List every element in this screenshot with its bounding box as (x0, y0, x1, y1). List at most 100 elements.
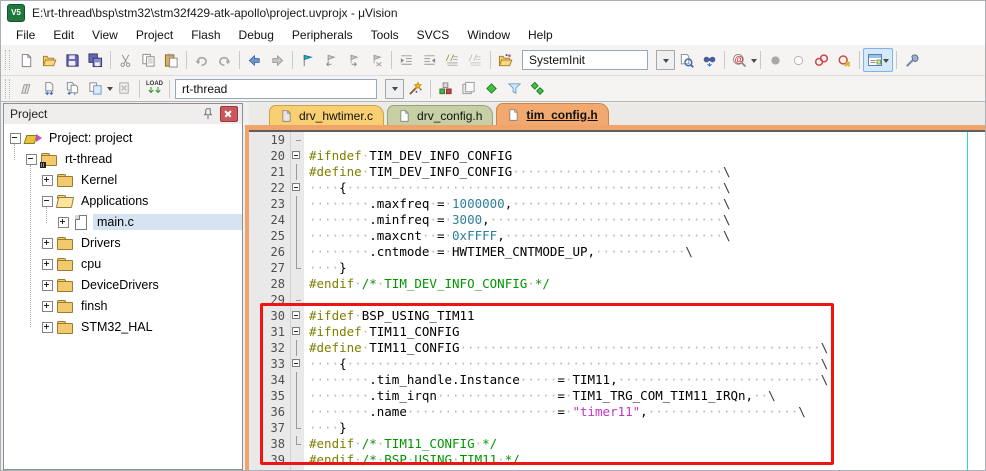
window-layout-button[interactable] (863, 48, 893, 72)
rebuild-icon[interactable] (61, 78, 84, 100)
undo-icon[interactable] (190, 49, 213, 71)
menu-item-file[interactable]: File (7, 26, 44, 44)
menu-item-window[interactable]: Window (458, 26, 519, 44)
previous-bookmark-icon[interactable] (319, 49, 342, 71)
fold-collapse-icon[interactable] (290, 148, 304, 164)
code-line[interactable]: 25········.maxcnt··=·0xFFFF,············… (249, 228, 985, 244)
menu-item-svcs[interactable]: SVCS (408, 26, 459, 44)
code-line[interactable]: 23········.maxfreq·=·1000000,···········… (249, 196, 985, 212)
redo-icon[interactable] (213, 49, 236, 71)
expand-plus-icon[interactable] (42, 322, 53, 333)
clear-bookmarks-icon[interactable] (365, 49, 388, 71)
open-file-icon[interactable] (38, 49, 61, 71)
menu-item-help[interactable]: Help (519, 26, 562, 44)
code-line[interactable]: 19 (249, 132, 985, 148)
indent-left-icon[interactable] (418, 49, 441, 71)
tree-item-finsh[interactable]: finsh (4, 296, 242, 316)
configure-tools-icon[interactable] (900, 49, 923, 71)
new-file-icon[interactable] (15, 49, 38, 71)
folder-icon (57, 173, 74, 188)
expand-plus-icon[interactable] (42, 301, 53, 312)
stop-build-icon[interactable] (113, 78, 136, 100)
file-extensions-filter-icon[interactable] (503, 78, 526, 100)
current-function-dropdown[interactable] (656, 50, 675, 70)
save-all-icon[interactable] (84, 49, 107, 71)
tree-item-stm32-hal[interactable]: STM32_HAL (4, 317, 242, 337)
tab-drv-config-h[interactable]: drv_config.h (387, 105, 493, 125)
indent-right-icon[interactable] (395, 49, 418, 71)
collapse-minus-icon[interactable] (26, 154, 37, 165)
tab-tim-config-h[interactable]: tim_config.h (496, 103, 608, 125)
select-target-combo[interactable]: rt-thread (175, 79, 377, 99)
insert-bookmark-icon[interactable] (296, 49, 319, 71)
tree-item-drivers[interactable]: Drivers (4, 233, 242, 253)
breakpoint-kill-all-icon[interactable] (833, 49, 856, 71)
search-at-icon[interactable]: @ (728, 49, 751, 71)
select-target-dropdown[interactable] (385, 79, 404, 99)
save-icon[interactable] (61, 49, 84, 71)
tree-item-rt-thread[interactable]: rt-thread (4, 149, 242, 169)
paste-icon[interactable] (160, 49, 183, 71)
fold-collapse-icon[interactable] (290, 180, 304, 196)
collapse-minus-icon[interactable] (10, 133, 21, 144)
tree-item-kernel[interactable]: Kernel (4, 170, 242, 190)
menu-item-edit[interactable]: Edit (44, 26, 83, 44)
tree-item-applications[interactable]: Applications (4, 191, 242, 211)
code-line[interactable]: 40 (249, 468, 985, 470)
download-icon[interactable]: LOAD (143, 78, 166, 100)
code-line[interactable]: 28#endif·/*·TIM_DEV_INFO_CONFIG·*/ (249, 276, 985, 292)
find-next-icon[interactable] (698, 49, 721, 71)
search-dropdown-icon[interactable] (751, 59, 757, 66)
uncomment-selection-icon[interactable]: // (464, 49, 487, 71)
expand-plus-icon[interactable] (42, 175, 53, 186)
tree-item-devicedrivers[interactable]: DeviceDrivers (4, 275, 242, 295)
menu-item-view[interactable]: View (83, 26, 127, 44)
code-line[interactable]: 26········.cntmode·=·HWTIMER_CNTMODE_UP,… (249, 244, 985, 260)
tree-item-project-root[interactable]: Project: project (4, 128, 242, 148)
breakpoint-enable-icon[interactable] (787, 49, 810, 71)
manage-runtime-environment-icon[interactable] (434, 78, 457, 100)
expand-plus-icon[interactable] (58, 217, 69, 228)
code-line[interactable]: 20#ifndef·TIM_DEV_INFO_CONFIG (249, 148, 985, 164)
toolbar-grip[interactable] (5, 79, 10, 99)
code-line[interactable]: 27····} (249, 260, 985, 276)
menu-item-flash[interactable]: Flash (182, 26, 229, 44)
current-function-combo[interactable]: SystemInit (522, 50, 648, 70)
menu-item-project[interactable]: Project (127, 26, 182, 44)
pin-icon[interactable] (200, 107, 216, 122)
code-line[interactable]: 22····{·································… (249, 180, 985, 196)
expand-plus-icon[interactable] (42, 259, 53, 270)
navigate-back-icon[interactable] (243, 49, 266, 71)
find-in-files-icon[interactable] (675, 49, 698, 71)
tree-item-main-c[interactable]: main.c (4, 212, 242, 232)
tree-item-cpu[interactable]: cpu (4, 254, 242, 274)
menu-item-debug[interactable]: Debug (230, 26, 283, 44)
code-line[interactable]: 21#define·TIM_DEV_INFO_CONFIG···········… (249, 164, 985, 180)
select-software-packs-icon[interactable] (526, 78, 549, 100)
target-options-icon[interactable] (404, 78, 427, 100)
menu-item-peripherals[interactable]: Peripherals (283, 26, 362, 44)
edit-configuration-icon[interactable] (494, 49, 517, 71)
close-icon[interactable] (220, 106, 238, 122)
comment-selection-icon[interactable]: // (441, 49, 464, 71)
collapse-minus-icon[interactable] (42, 196, 53, 207)
build-icon[interactable] (38, 78, 61, 100)
batch-build-icon[interactable] (84, 78, 107, 100)
next-bookmark-icon[interactable] (342, 49, 365, 71)
copy-icon[interactable] (137, 49, 160, 71)
breakpoint-toggle-icon[interactable] (764, 49, 787, 71)
tab-drv-hwtimer-c[interactable]: drv_hwtimer.c (269, 105, 384, 125)
expand-plus-icon[interactable] (42, 280, 53, 291)
code-editor[interactable]: 1920#ifndef·TIM_DEV_INFO_CONFIG21#define… (249, 132, 985, 470)
breakpoint-disable-all-icon[interactable] (810, 49, 833, 71)
code-line[interactable]: 24········.minfreq·=·3000,··············… (249, 212, 985, 228)
expand-plus-icon[interactable] (42, 238, 53, 249)
document-icon (398, 109, 411, 123)
pack-installer-icon[interactable] (480, 78, 503, 100)
manage-books-icon[interactable] (457, 78, 480, 100)
toolbar-grip[interactable] (5, 50, 10, 70)
cut-icon[interactable] (114, 49, 137, 71)
navigate-forward-icon[interactable] (266, 49, 289, 71)
menu-item-tools[interactable]: Tools (362, 26, 408, 44)
translate-icon[interactable] (15, 78, 38, 100)
